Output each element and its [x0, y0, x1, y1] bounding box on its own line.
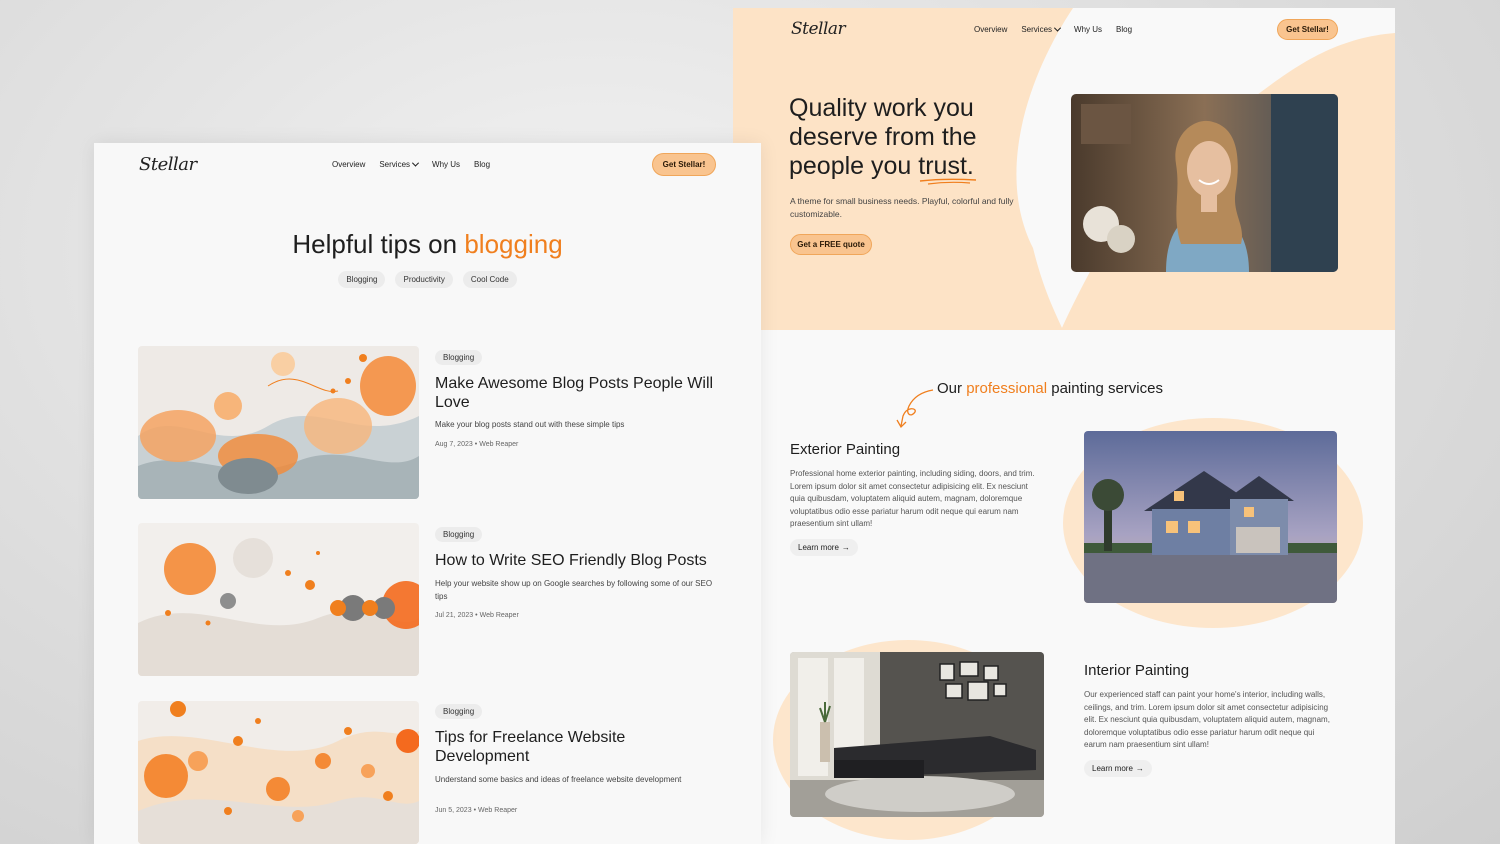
separator-dot: •: [475, 612, 478, 619]
post-meta: Jun 5, 2023 • Web Reaper: [435, 807, 517, 814]
chip-blogging[interactable]: Blogging: [338, 271, 386, 288]
post-title[interactable]: How to Write SEO Friendly Blog Posts: [435, 551, 735, 570]
post-meta: Jul 21, 2023 • Web Reaper: [435, 612, 519, 619]
nav-item-blog[interactable]: Blog: [474, 160, 490, 169]
post-title[interactable]: Tips for Freelance Website Development: [435, 728, 695, 766]
nav-item-why-us[interactable]: Why Us: [1074, 25, 1102, 34]
post-date: Aug 7, 2023: [435, 441, 473, 448]
post-date: Jul 21, 2023: [435, 612, 474, 619]
post-thumbnail[interactable]: [138, 701, 419, 844]
main-nav: Overview Services Why Us Blog: [332, 159, 490, 169]
chevron-down-icon: [411, 159, 420, 167]
post-author[interactable]: Web Reaper: [478, 807, 517, 814]
site-logo[interactable]: Stellar: [791, 19, 846, 39]
free-quote-button[interactable]: Get a FREE quote: [790, 234, 872, 255]
hero-title-line-2: deserve from the: [789, 123, 977, 151]
post-author[interactable]: Web Reaper: [480, 612, 519, 619]
underline-scribble-icon: [920, 178, 977, 185]
post-category-badge[interactable]: Blogging: [435, 527, 483, 542]
nav-item-services-label: Services: [1021, 25, 1053, 34]
hero-title: Quality work you deserve from the people…: [789, 94, 1049, 185]
get-stellar-button[interactable]: Get Stellar!: [652, 153, 716, 176]
post-thumbnail[interactable]: [138, 346, 419, 499]
separator-dot: •: [473, 807, 477, 814]
nav-item-services[interactable]: Services: [1021, 24, 1062, 34]
hero-portrait-image: [1071, 94, 1338, 272]
blog-title-pre: Helpful tips on: [292, 229, 458, 259]
post-author[interactable]: Web Reaper: [479, 441, 518, 448]
hero-title-highlight-word: trust.: [918, 152, 974, 180]
post-title[interactable]: Make Awesome Blog Posts People Will Love: [435, 374, 725, 412]
post-date: Jun 5, 2023: [435, 807, 472, 814]
arrow-right-icon: →: [1135, 764, 1144, 773]
category-filter: Blogging Productivity Cool Code: [94, 271, 761, 288]
services-heading-accent: professional: [966, 380, 1048, 397]
blog-page-title: Helpful tips on blogging: [94, 229, 761, 260]
exterior-house-image: [1084, 431, 1337, 603]
nav-item-services-label: Services: [379, 160, 411, 169]
post-thumbnail[interactable]: [138, 523, 419, 676]
post-category-badge[interactable]: Blogging: [435, 350, 483, 365]
site-logo[interactable]: Stellar: [139, 154, 197, 175]
learn-more-interior-button[interactable]: Learn more →: [1084, 760, 1152, 777]
learn-more-label: Learn more: [798, 543, 839, 552]
chip-cool-code[interactable]: Cool Code: [462, 271, 517, 288]
hero-title-line-1: Quality work you: [789, 94, 974, 122]
services-heading-post: painting services: [1051, 380, 1163, 397]
arrow-right-icon: →: [841, 543, 850, 552]
homepage-preview: Stellar Overview Services Why Us Blog Ge…: [733, 8, 1395, 844]
nav-item-overview[interactable]: Overview: [974, 25, 1007, 34]
chevron-down-icon: [1053, 24, 1062, 32]
post-excerpt: Make your blog posts stand out with thes…: [435, 420, 625, 429]
hero-title-highlight: trust.: [918, 152, 977, 185]
service-title-exterior: Exterior Painting: [790, 441, 901, 458]
post-excerpt: Understand some basics and ideas of free…: [435, 775, 682, 784]
service-description-interior: Our experienced staff can paint your hom…: [1084, 690, 1330, 750]
service-title-interior: Interior Painting: [1084, 662, 1190, 679]
chip-productivity[interactable]: Productivity: [395, 271, 453, 288]
services-heading: Our professional painting services: [937, 380, 1163, 397]
main-nav: Overview Services Why Us Blog: [974, 24, 1132, 34]
arrow-doodle-icon: [896, 389, 934, 429]
post-category-badge[interactable]: Blogging: [435, 704, 483, 719]
services-heading-pre: Our: [937, 380, 963, 397]
nav-item-blog[interactable]: Blog: [1116, 25, 1132, 34]
blog-page-preview: Stellar Overview Services Why Us Blog Ge…: [94, 143, 761, 844]
post-excerpt: Help your website show up on Google sear…: [435, 579, 713, 601]
learn-more-label: Learn more: [1092, 764, 1133, 773]
post-meta: Aug 7, 2023 • Web Reaper: [435, 441, 518, 448]
hero-title-line-3: people you: [789, 152, 912, 180]
learn-more-exterior-button[interactable]: Learn more →: [790, 539, 858, 556]
service-description-exterior: Professional home exterior painting, inc…: [790, 469, 1035, 529]
get-stellar-button[interactable]: Get Stellar!: [1277, 19, 1338, 40]
blog-title-accent: blogging: [464, 229, 563, 259]
nav-item-overview[interactable]: Overview: [332, 160, 365, 169]
nav-item-why-us[interactable]: Why Us: [432, 160, 460, 169]
separator-dot: •: [474, 441, 478, 448]
interior-room-image: [790, 652, 1044, 817]
hero-subtitle: A theme for small business needs. Playfu…: [790, 196, 1014, 219]
nav-item-services[interactable]: Services: [379, 159, 420, 169]
